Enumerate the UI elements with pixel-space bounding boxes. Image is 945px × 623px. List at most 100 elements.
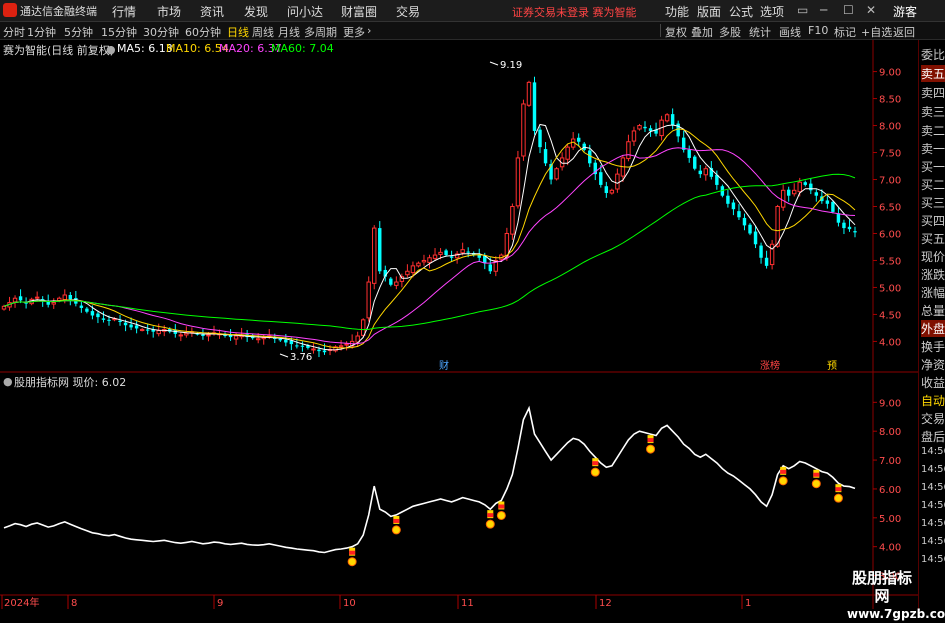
- side-item[interactable]: 净资: [921, 356, 945, 373]
- side-item[interactable]: 涨跌: [921, 266, 945, 283]
- minimize-icon[interactable]: ─: [820, 3, 827, 17]
- side-item[interactable]: 盘后: [921, 428, 945, 445]
- candle-body: [255, 338, 261, 341]
- candle-body: [51, 302, 56, 305]
- maximize-icon[interactable]: ☐: [843, 3, 854, 17]
- button-f10[interactable]: F10: [808, 24, 828, 37]
- button-add-watchlist[interactable]: +自选: [861, 24, 892, 40]
- app-title: 通达信金融终端: [20, 5, 97, 18]
- period-15min[interactable]: 15分钟: [101, 24, 137, 40]
- side-item[interactable]: 总量: [921, 302, 945, 319]
- candle-body: [742, 217, 747, 226]
- period-1min[interactable]: 1分钟: [27, 24, 56, 40]
- menu-formula[interactable]: 公式: [729, 3, 753, 20]
- period-30min[interactable]: 30分钟: [143, 24, 179, 40]
- side-item[interactable]: 卖一: [921, 140, 945, 157]
- button-restore-rights[interactable]: 复权: [665, 24, 687, 40]
- candle-body: [670, 114, 675, 126]
- side-item[interactable]: 交易: [921, 410, 945, 427]
- indicator-line: [3, 405, 856, 554]
- period-more[interactable]: 更多: [343, 24, 365, 40]
- candle-body: [609, 189, 615, 194]
- signal-bar-red: [780, 469, 787, 474]
- period-60min[interactable]: 60分钟: [185, 24, 221, 40]
- candle-body: [317, 349, 321, 352]
- candle-body: [360, 319, 366, 336]
- side-item[interactable]: 买三: [921, 194, 945, 211]
- coin-icon: [811, 479, 821, 489]
- candle-body: [449, 256, 454, 258]
- y-tick-label: 7.50: [879, 149, 901, 160]
- period-week[interactable]: 周线: [252, 24, 274, 40]
- sub-y-axis: 9.008.007.006.005.004.003.00: [873, 398, 901, 583]
- menu-trade[interactable]: 交易: [396, 3, 420, 20]
- candle-body: [731, 202, 736, 210]
- side-item[interactable]: 委比: [921, 46, 945, 63]
- side-time: 14:56: [921, 446, 945, 457]
- close-icon[interactable]: ✕: [866, 3, 876, 17]
- menu-discover[interactable]: 发现: [244, 3, 268, 20]
- candle-body: [300, 345, 305, 347]
- candle-body: [322, 350, 327, 353]
- side-item[interactable]: 买五: [921, 230, 945, 247]
- side-item[interactable]: 卖二: [921, 122, 945, 139]
- user-guest[interactable]: 游客: [893, 3, 917, 20]
- menu-function[interactable]: 功能: [665, 3, 689, 20]
- candle-body: [543, 149, 548, 164]
- button-back[interactable]: 返回: [893, 24, 915, 40]
- y-tick-label: 7.00: [879, 176, 901, 187]
- side-item[interactable]: 卖四: [921, 84, 945, 101]
- candle-body: [90, 311, 95, 316]
- side-item[interactable]: 涨幅: [921, 284, 945, 301]
- side-item[interactable]: 自动: [921, 392, 945, 409]
- candle-body: [814, 192, 819, 196]
- side-item[interactable]: 买四: [921, 212, 945, 229]
- period-5min[interactable]: 5分钟: [64, 24, 93, 40]
- side-item[interactable]: 卖三: [921, 103, 945, 120]
- chevron-right-icon[interactable]: ›: [367, 24, 371, 37]
- x-tick-label: 10: [343, 598, 356, 609]
- candle-body: [698, 170, 702, 175]
- kline-chart[interactable]: 9.00 8.50 8.00 7.50 7.00 6.50 6.00 5.50 5.00 4.50…: [0, 40, 918, 609]
- side-item[interactable]: 收益: [921, 374, 945, 391]
- side-item[interactable]: 买二: [921, 176, 945, 193]
- candle-body: [295, 345, 299, 347]
- candle-body: [726, 195, 730, 204]
- menu-options[interactable]: 选项: [760, 3, 784, 20]
- button-multi-stock[interactable]: 多股: [719, 24, 741, 40]
- period-day[interactable]: 日线: [227, 24, 249, 40]
- high-price-label: 9.19: [500, 60, 522, 71]
- event-tag-rank[interactable]: 涨榜: [760, 359, 780, 372]
- candle-body: [792, 189, 797, 195]
- event-tag-forecast[interactable]: 预: [827, 360, 837, 372]
- menu-ask[interactable]: 问小达: [287, 3, 323, 20]
- sub-y-tick-label: 8.00: [879, 427, 901, 438]
- period-month[interactable]: 月线: [278, 24, 300, 40]
- candle-body: [847, 226, 852, 230]
- menu-market[interactable]: 市场: [157, 3, 181, 20]
- side-item[interactable]: 买一: [921, 158, 945, 175]
- menu-wealth[interactable]: 财富圈: [341, 3, 377, 20]
- candle-body: [803, 182, 807, 185]
- candle-body: [599, 172, 603, 185]
- menu-news[interactable]: 资讯: [200, 3, 224, 20]
- period-multi[interactable]: 多周期: [304, 24, 337, 40]
- period-tick[interactable]: 分时: [3, 24, 25, 40]
- candle-body: [129, 324, 133, 328]
- low-marker: [279, 353, 289, 358]
- side-item[interactable]: 换手: [921, 338, 945, 355]
- button-draw-line[interactable]: 画线: [779, 24, 801, 40]
- event-tag-finance[interactable]: 财: [439, 359, 449, 372]
- window-button-icon[interactable]: ▭: [797, 3, 808, 17]
- menu-quotes[interactable]: 行情: [112, 3, 136, 20]
- side-item[interactable]: 外盘: [921, 320, 945, 337]
- candle-body: [416, 262, 421, 267]
- menu-layout[interactable]: 版面: [697, 3, 721, 20]
- y-tick-label: 6.00: [879, 229, 901, 240]
- side-item[interactable]: 卖五: [921, 65, 945, 82]
- button-mark[interactable]: 标记: [834, 24, 856, 40]
- button-statistics[interactable]: 统计: [749, 24, 771, 40]
- side-item[interactable]: 现价: [921, 248, 945, 265]
- candle-body: [786, 189, 791, 196]
- button-overlay[interactable]: 叠加: [691, 24, 713, 40]
